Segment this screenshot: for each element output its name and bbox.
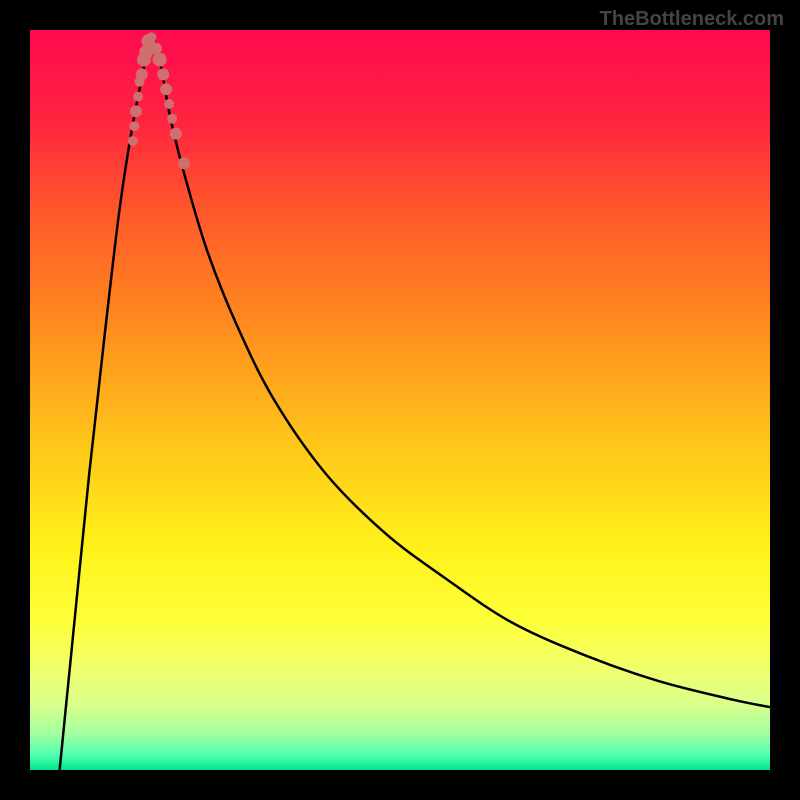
data-marker	[157, 68, 169, 80]
data-marker	[160, 83, 172, 95]
data-marker	[170, 128, 182, 140]
data-marker	[146, 32, 156, 42]
data-marker	[130, 105, 142, 117]
data-marker	[167, 114, 177, 124]
data-marker	[178, 157, 190, 169]
watermark-text: TheBottleneck.com	[600, 8, 784, 31]
data-marker	[128, 136, 138, 146]
data-marker	[164, 99, 174, 109]
data-marker	[153, 53, 167, 67]
chart-plot-area	[30, 30, 770, 770]
bottleneck-curve	[60, 37, 770, 770]
data-markers	[128, 32, 190, 169]
data-marker	[136, 68, 148, 80]
data-marker	[133, 92, 143, 102]
data-marker	[129, 121, 139, 131]
curve-overlay	[30, 30, 770, 770]
